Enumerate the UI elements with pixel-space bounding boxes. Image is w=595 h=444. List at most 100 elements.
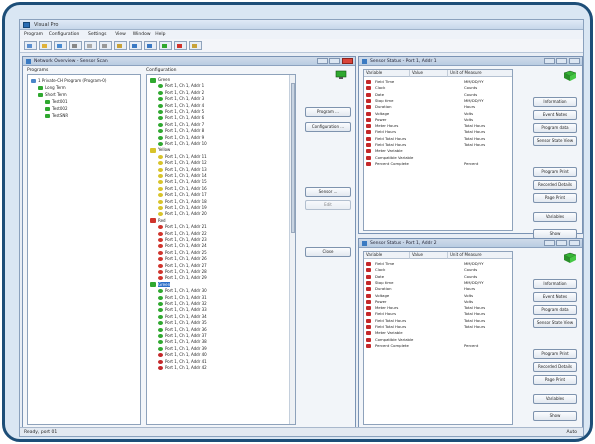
unit-of-measure[interactable]: Counts xyxy=(464,85,477,90)
config-sensor-label[interactable]: Port 1, Ch 1, Addr 33 xyxy=(165,307,207,312)
column-header[interactable]: Value xyxy=(410,70,448,77)
red-sensor-icon[interactable] xyxy=(158,238,163,242)
event-notes-button[interactable]: Event Notes xyxy=(533,110,577,120)
table-row[interactable]: Compatible Variable xyxy=(366,155,512,161)
config-sensor-item[interactable]: Port 1, Ch 1, Addr 30 xyxy=(158,288,207,294)
unit-of-measure[interactable]: Counts xyxy=(464,267,477,272)
config-sensor-label[interactable]: Port 1, Ch 1, Addr 5 xyxy=(165,109,204,114)
table-row[interactable]: Clock Counts xyxy=(366,85,512,91)
variable-icon[interactable] xyxy=(366,111,371,116)
run-icon[interactable] xyxy=(162,44,167,48)
green-sensor-icon[interactable] xyxy=(158,129,163,134)
sensor-device-icon[interactable] xyxy=(563,70,577,81)
red-sensor-icon[interactable] xyxy=(158,244,163,249)
config-sensor-item[interactable]: Port 1, Ch 1, Addr 20 xyxy=(158,211,207,217)
configuration-button[interactable]: Configuration ... xyxy=(305,122,351,132)
config-group-label[interactable]: Green xyxy=(158,77,170,82)
green-sensor-icon[interactable] xyxy=(158,110,163,114)
page-print-button[interactable]: Page Print xyxy=(533,193,577,203)
unit-of-measure[interactable]: Volts xyxy=(464,299,473,304)
green-sensor-icon[interactable] xyxy=(158,308,163,313)
config-sensor-label[interactable]: Port 1, Ch 1, Addr 17 xyxy=(165,192,207,197)
menu-item[interactable]: Help xyxy=(155,32,165,37)
variable-name[interactable]: Voltage xyxy=(375,111,389,116)
variable-icon[interactable] xyxy=(366,312,371,317)
program-tree-label[interactable]: Test002 xyxy=(52,106,68,111)
minimize-button[interactable] xyxy=(544,58,555,64)
variable-icon[interactable] xyxy=(366,92,371,97)
recorded-details-button[interactable]: Recorded Details xyxy=(533,362,577,372)
cut-icon[interactable] xyxy=(87,44,92,48)
table-row[interactable]: Voltage Volts xyxy=(366,293,512,299)
config-sensor-item[interactable]: Port 1, Ch 1, Addr 13 xyxy=(158,167,207,173)
variable-name[interactable]: Meter Hours xyxy=(375,305,398,310)
information-button[interactable]: Information xyxy=(533,279,577,289)
config-sensor-label[interactable]: Port 1, Ch 1, Addr 23 xyxy=(165,237,207,242)
unit-of-measure[interactable]: MM/DD/YY xyxy=(464,280,484,285)
variable-name[interactable]: Field Hours xyxy=(375,311,396,316)
green-sensor-icon[interactable] xyxy=(158,302,163,306)
variable-name[interactable]: Duration xyxy=(375,286,392,291)
variable-name[interactable]: Field Hours xyxy=(375,129,396,134)
variable-name[interactable]: Percent Complete xyxy=(375,343,409,348)
config-sensor-item[interactable]: Port 1, Ch 1, Addr 18 xyxy=(158,199,207,205)
variable-name[interactable]: Stop time xyxy=(375,98,393,103)
unit-of-measure[interactable]: Total Hours xyxy=(464,311,485,316)
group-icon[interactable] xyxy=(150,218,156,224)
config-sensor-label[interactable]: Port 1, Ch 1, Addr 25 xyxy=(165,250,207,255)
variable-icon[interactable] xyxy=(366,136,371,141)
variable-name[interactable]: Clock xyxy=(375,267,385,272)
config-sensor-label[interactable]: Port 1, Ch 1, Addr 6 xyxy=(165,115,204,120)
config-sensor-label[interactable]: Port 1, Ch 1, Addr 32 xyxy=(165,301,207,306)
config-sensor-label[interactable]: Port 1, Ch 1, Addr 38 xyxy=(165,339,207,344)
table-row[interactable]: Percent Complete Percent xyxy=(366,161,512,167)
paste-icon[interactable] xyxy=(117,44,122,48)
variable-icon[interactable] xyxy=(366,124,371,129)
group-icon[interactable] xyxy=(150,77,156,83)
sensor-variable-table[interactable]: Variable Value Unit of Measure Field Time MM… xyxy=(363,69,513,231)
unit-of-measure[interactable]: Volts xyxy=(464,293,473,298)
table-row[interactable]: Field Total Hours Total Hours xyxy=(366,318,512,324)
config-group[interactable]: Green xyxy=(150,77,170,83)
close-button[interactable] xyxy=(569,240,580,246)
config-sensor-label[interactable]: Port 1, Ch 1, Addr 16 xyxy=(165,186,207,191)
help-icon[interactable] xyxy=(192,44,197,48)
sensor-variable-table[interactable]: Variable Value Unit of Measure Field Time MM… xyxy=(363,251,513,425)
group-icon[interactable] xyxy=(150,147,156,153)
variable-name[interactable]: Stop time xyxy=(375,280,393,285)
config-sensor-label[interactable]: Port 1, Ch 1, Addr 18 xyxy=(165,199,207,204)
config-sensor-item[interactable]: Port 1, Ch 1, Addr 7 xyxy=(158,122,204,128)
red-sensor-icon[interactable] xyxy=(158,250,163,255)
copy-icon[interactable] xyxy=(102,44,107,48)
red-sensor-icon[interactable] xyxy=(158,231,163,236)
menu-item[interactable]: View xyxy=(115,32,126,37)
table-row[interactable]: Voltage Volts xyxy=(366,111,512,117)
config-group[interactable]: Yellow xyxy=(150,147,170,153)
close-button[interactable] xyxy=(342,58,353,64)
sensor-window-icon[interactable] xyxy=(362,59,367,64)
column-header[interactable]: Unit of Measure xyxy=(448,252,512,259)
red-sensor-icon[interactable] xyxy=(158,270,163,274)
variable-name[interactable]: Date xyxy=(375,92,384,97)
variable-name[interactable]: Compatible Variable xyxy=(375,337,413,342)
variable-icon[interactable] xyxy=(366,318,371,323)
sensor-window-title[interactable]: Sensor Status - Port 1, Addr 1 xyxy=(370,59,437,64)
sensor-icon[interactable] xyxy=(45,114,50,118)
variable-icon[interactable] xyxy=(366,80,371,84)
config-sensor-item[interactable]: Port 1, Ch 1, Addr 11 xyxy=(158,154,207,160)
config-sensor-label[interactable]: Port 1, Ch 1, Addr 1 xyxy=(165,83,204,88)
table-row[interactable]: Field Total Hours Total Hours xyxy=(366,142,512,148)
program-tree-item[interactable]: Test001 xyxy=(45,99,68,105)
variable-name[interactable]: Meter Variable xyxy=(375,148,403,153)
column-header[interactable]: Value xyxy=(410,252,448,259)
config-sensor-label[interactable]: Port 1, Ch 1, Addr 14 xyxy=(165,173,207,178)
unit-of-measure[interactable]: Total Hours xyxy=(464,142,485,147)
program-tree-item[interactable]: Short Term xyxy=(38,92,67,98)
green-sensor-icon[interactable] xyxy=(158,116,163,121)
config-sensor-item[interactable]: Port 1, Ch 1, Addr 5 xyxy=(158,109,204,115)
green-sensor-icon[interactable] xyxy=(158,97,163,102)
variable-icon[interactable] xyxy=(366,130,371,135)
config-sensor-item[interactable]: Port 1, Ch 1, Addr 36 xyxy=(158,327,207,333)
config-sensor-item[interactable]: Port 1, Ch 1, Addr 40 xyxy=(158,352,207,358)
sensor-button[interactable]: Sensor ... xyxy=(305,187,351,197)
